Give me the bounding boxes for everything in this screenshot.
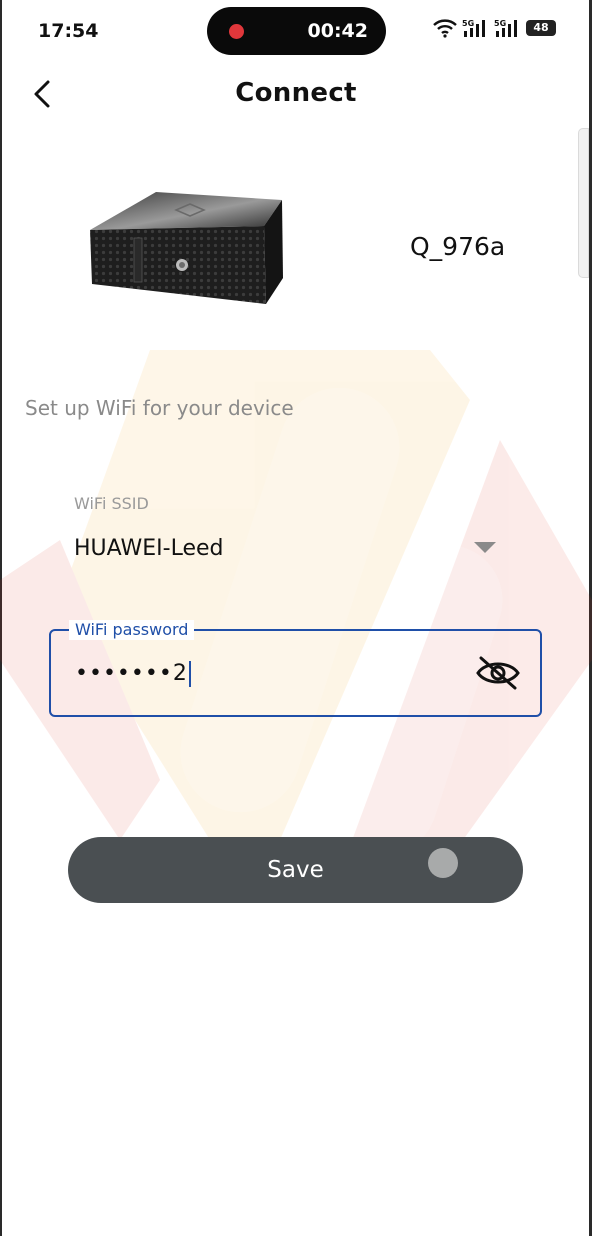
wifi-icon: [432, 18, 458, 38]
screen-edge-left: [0, 0, 2, 1236]
screen-recording-pill[interactable]: 00:42: [207, 7, 386, 55]
wifi-password-value: •••••••2: [75, 661, 188, 686]
wifi-ssid-label: WiFi SSID: [74, 494, 149, 513]
wifi-ssid-value: HUAWEI-Leed: [74, 536, 224, 561]
dropdown-arrow-icon[interactable]: [474, 542, 496, 553]
setup-wifi-label: Set up WiFi for your device: [25, 396, 294, 420]
wifi-ssid-dropdown[interactable]: WiFi SSID HUAWEI-Leed: [50, 490, 542, 580]
signal-5g-icon: 5G: [494, 18, 522, 38]
wifi-password-input[interactable]: •••••••2: [75, 661, 191, 687]
eye-off-icon: [476, 656, 520, 690]
page-title: Connect: [235, 78, 357, 108]
svg-text:5G: 5G: [462, 19, 474, 28]
wifi-password-label: WiFi password: [69, 620, 195, 640]
status-icons: 5G 5G 48: [432, 18, 556, 38]
status-time: 17:54: [38, 20, 99, 42]
app-header: Connect: [0, 62, 592, 126]
wifi-password-field[interactable]: WiFi password •••••••2: [49, 620, 542, 717]
touch-indicator: [428, 848, 458, 878]
text-caret: [188, 661, 191, 687]
scroll-indicator[interactable]: [578, 128, 589, 278]
signal-5g-icon: 5G: [462, 18, 490, 38]
device-name: Q_976a: [410, 232, 506, 261]
recording-timer: 00:42: [307, 20, 368, 42]
device-image: [86, 186, 286, 308]
record-dot-icon: [229, 24, 244, 39]
svg-text:5G: 5G: [494, 19, 506, 28]
password-visibility-toggle[interactable]: [474, 653, 522, 693]
battery-icon: 48: [526, 20, 556, 36]
status-bar: 17:54 00:42 5G 5G 48: [0, 0, 592, 62]
